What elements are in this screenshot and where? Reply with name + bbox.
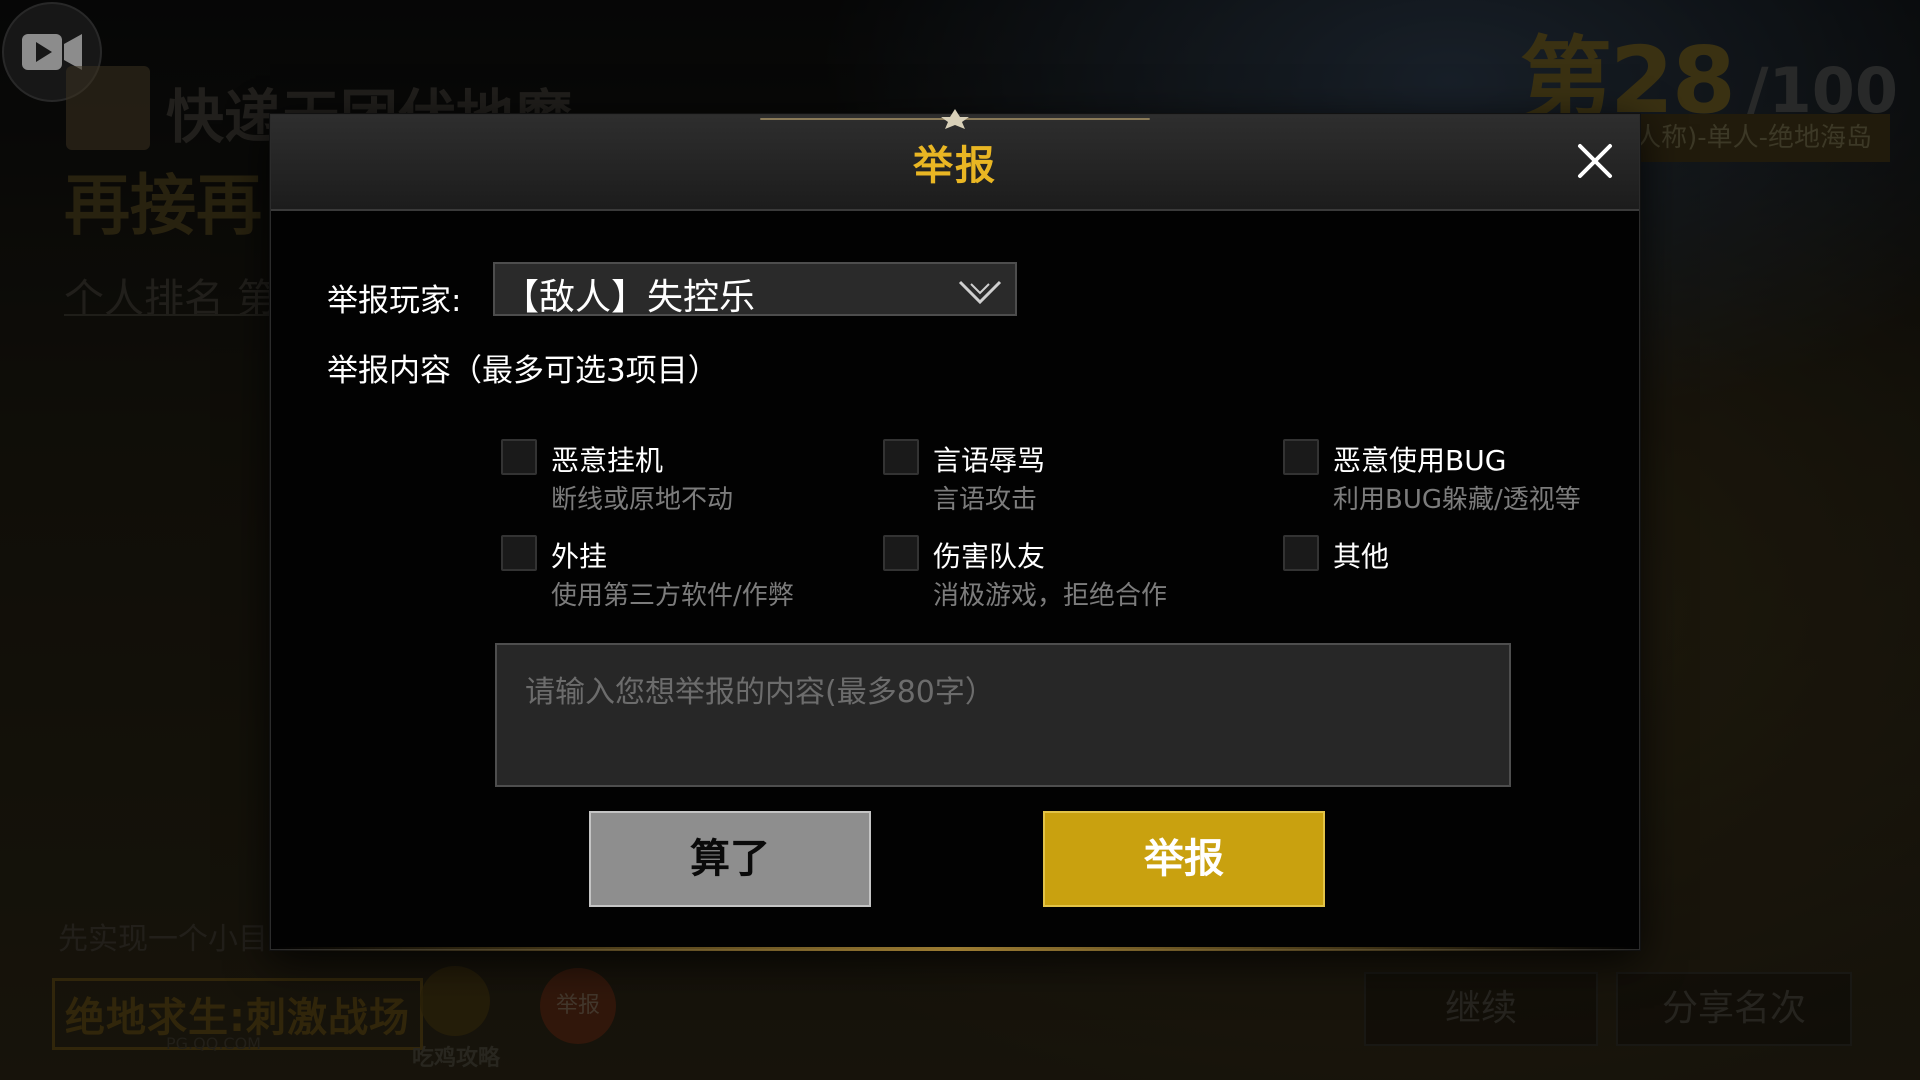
checkbox[interactable] xyxy=(501,439,537,475)
option-title: 外挂 xyxy=(551,540,608,573)
checkbox[interactable] xyxy=(1283,439,1319,475)
option-title: 恶意挂机 xyxy=(551,444,664,477)
option-description: 使用第三方软件/作弊 xyxy=(551,581,794,611)
report-text-input[interactable]: 请输入您想举报的内容(最多80字） xyxy=(495,643,1511,787)
option-title: 恶意使用BUG xyxy=(1333,444,1507,477)
cancel-button[interactable]: 算了 xyxy=(589,811,871,907)
chevron-down-icon xyxy=(958,280,1002,305)
option-description: 消极游戏，拒绝合作 xyxy=(933,581,1168,611)
selected-player: 【敌人】失控乐 xyxy=(503,277,756,318)
checkbox[interactable] xyxy=(501,535,537,571)
option-title: 其他 xyxy=(1333,540,1390,573)
checkbox[interactable] xyxy=(883,439,919,475)
option-title: 言语辱骂 xyxy=(933,444,1046,477)
dialog-bottom-glow xyxy=(271,947,1639,951)
option-description: 利用BUG躲藏/透视等 xyxy=(1333,485,1581,515)
textarea-placeholder: 请输入您想举报的内容(最多80字） xyxy=(525,675,995,710)
checkbox[interactable] xyxy=(883,535,919,571)
checkbox[interactable] xyxy=(1283,535,1319,571)
report-dialog: 举报 举报玩家: 【敌人】失控乐 举报内容（最多可选3项目） 恶意挂机 断线或原… xyxy=(270,109,1640,951)
option-description: 断线或原地不动 xyxy=(551,485,734,515)
dialog-title: 举报 xyxy=(913,143,997,189)
report-content-label: 举报内容（最多可选3项目） xyxy=(327,353,719,389)
option-title: 伤害队友 xyxy=(933,540,1046,573)
report-player-dropdown[interactable]: 【敌人】失控乐 xyxy=(493,262,1017,318)
close-button[interactable] xyxy=(1567,133,1623,189)
submit-report-button[interactable]: 举报 xyxy=(1043,811,1325,907)
report-player-label: 举报玩家: xyxy=(327,283,462,319)
option-description: 言语攻击 xyxy=(933,485,1038,515)
dialog-header: 举报 xyxy=(271,109,1639,211)
close-icon xyxy=(1578,144,1612,178)
